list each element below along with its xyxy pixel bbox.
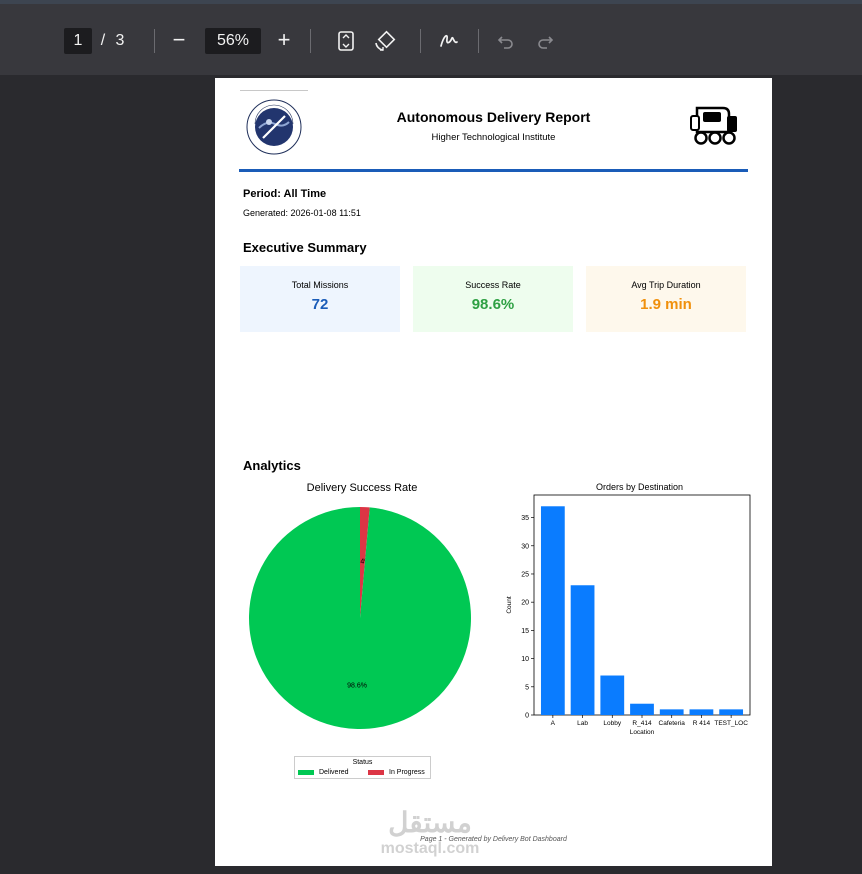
y-axis-label: Count [506,596,513,614]
legend-label: Delivered [319,769,349,776]
bar-r-414 [689,709,714,715]
watermark-arabic: مستقل [388,807,472,838]
legend-label: In Progress [389,769,425,776]
card-avg-trip-duration: Avg Trip Duration 1.9 min [586,266,746,332]
y-tick-label: 20 [521,600,529,607]
bar-a [540,506,565,715]
bar-lobby [600,675,625,715]
bar-cafeteria [659,709,684,715]
bar-chart: 0 5 10 15 20 25 30 35 A Lab Lobby R_414 Cafeteria R 4… [506,494,751,736]
y-tick-label: 10 [521,656,529,663]
y-tick-label: 35 [521,515,529,522]
pie-chart: 1.4%98.6% [248,507,471,729]
zoom-level-input[interactable]: 56% [205,28,261,54]
bar-test-loc [719,709,744,715]
watermark-logo: مستقل mostaql.com [375,806,485,858]
card-label: Total Missions [291,280,349,290]
pie-slice-delivered [248,507,471,729]
card-label: Success Rate [465,280,521,290]
x-tick-label: A [551,720,556,727]
card-value: 98.6% [471,296,515,313]
zoom-out-button[interactable]: − [166,27,192,53]
pie-legend: Status Delivered In Progress [294,756,431,779]
toolbar-divider [154,29,155,53]
y-tick-label: 15 [521,628,529,635]
logo-rule [240,90,308,91]
plot-frame [533,494,751,716]
bar-lab [570,585,595,715]
report-generated-date: Generated: 2026-01-08 11:51 [243,208,361,218]
legend-swatch [298,770,314,775]
analytics-heading: Analytics [243,458,301,473]
x-tick-label: Cafeteria [659,720,686,727]
card-value: 72 [311,296,329,313]
x-tick-label: Lab [577,720,588,727]
legend-swatch [368,770,384,775]
draw-icon[interactable] [435,27,463,55]
card-total-missions: Total Missions 72 [240,266,400,332]
page-footer: Page 1 - Generated by Delivery Bot Dashb… [420,836,567,843]
y-tick-label: 5 [525,684,529,691]
pie-chart-title: Delivery Success Rate [306,482,418,494]
y-tick-label: 30 [521,543,529,550]
fit-page-icon[interactable] [332,27,360,55]
pdf-toolbar: 1 / 3 − 56% + [0,4,862,75]
card-label: Avg Trip Duration [631,280,701,290]
x-axis-label: Location [630,729,655,736]
header-divider [239,169,748,172]
legend-title: Status [352,759,373,766]
page-total: 3 [115,32,125,49]
toolbar-divider [310,29,311,53]
institute-logo [245,98,303,156]
report-period: Period: All Time [243,188,327,200]
zoom-in-button[interactable]: + [271,27,297,53]
y-tick-label: 25 [521,571,529,578]
bar-r-414 [630,703,654,715]
delivery-robot-icon [689,102,739,146]
pdf-page: Autonomous Delivery Report Higher Techno… [215,78,772,866]
legend-item-in-progress: In Progress [368,769,425,776]
x-tick-label: R_414 [632,720,652,727]
x-tick-label: R 414 [693,720,711,727]
redo-icon[interactable] [531,27,559,55]
pie-value-label: 98.6% [347,683,367,690]
undo-icon[interactable] [492,27,520,55]
toolbar-divider [420,29,421,53]
page-separator: / [100,32,106,49]
card-success-rate: Success Rate 98.6% [413,266,573,332]
card-value: 1.9 min [640,296,692,313]
rotate-icon[interactable] [371,27,399,55]
legend-item-delivered: Delivered [298,769,349,776]
y-tick-label: 0 [525,713,529,720]
x-tick-label: Lobby [603,720,621,727]
toolbar-divider [478,29,479,53]
x-tick-label: TEST_LOC [714,720,748,727]
executive-summary-heading: Executive Summary [243,240,367,255]
page-number-input[interactable]: 1 [64,28,92,54]
